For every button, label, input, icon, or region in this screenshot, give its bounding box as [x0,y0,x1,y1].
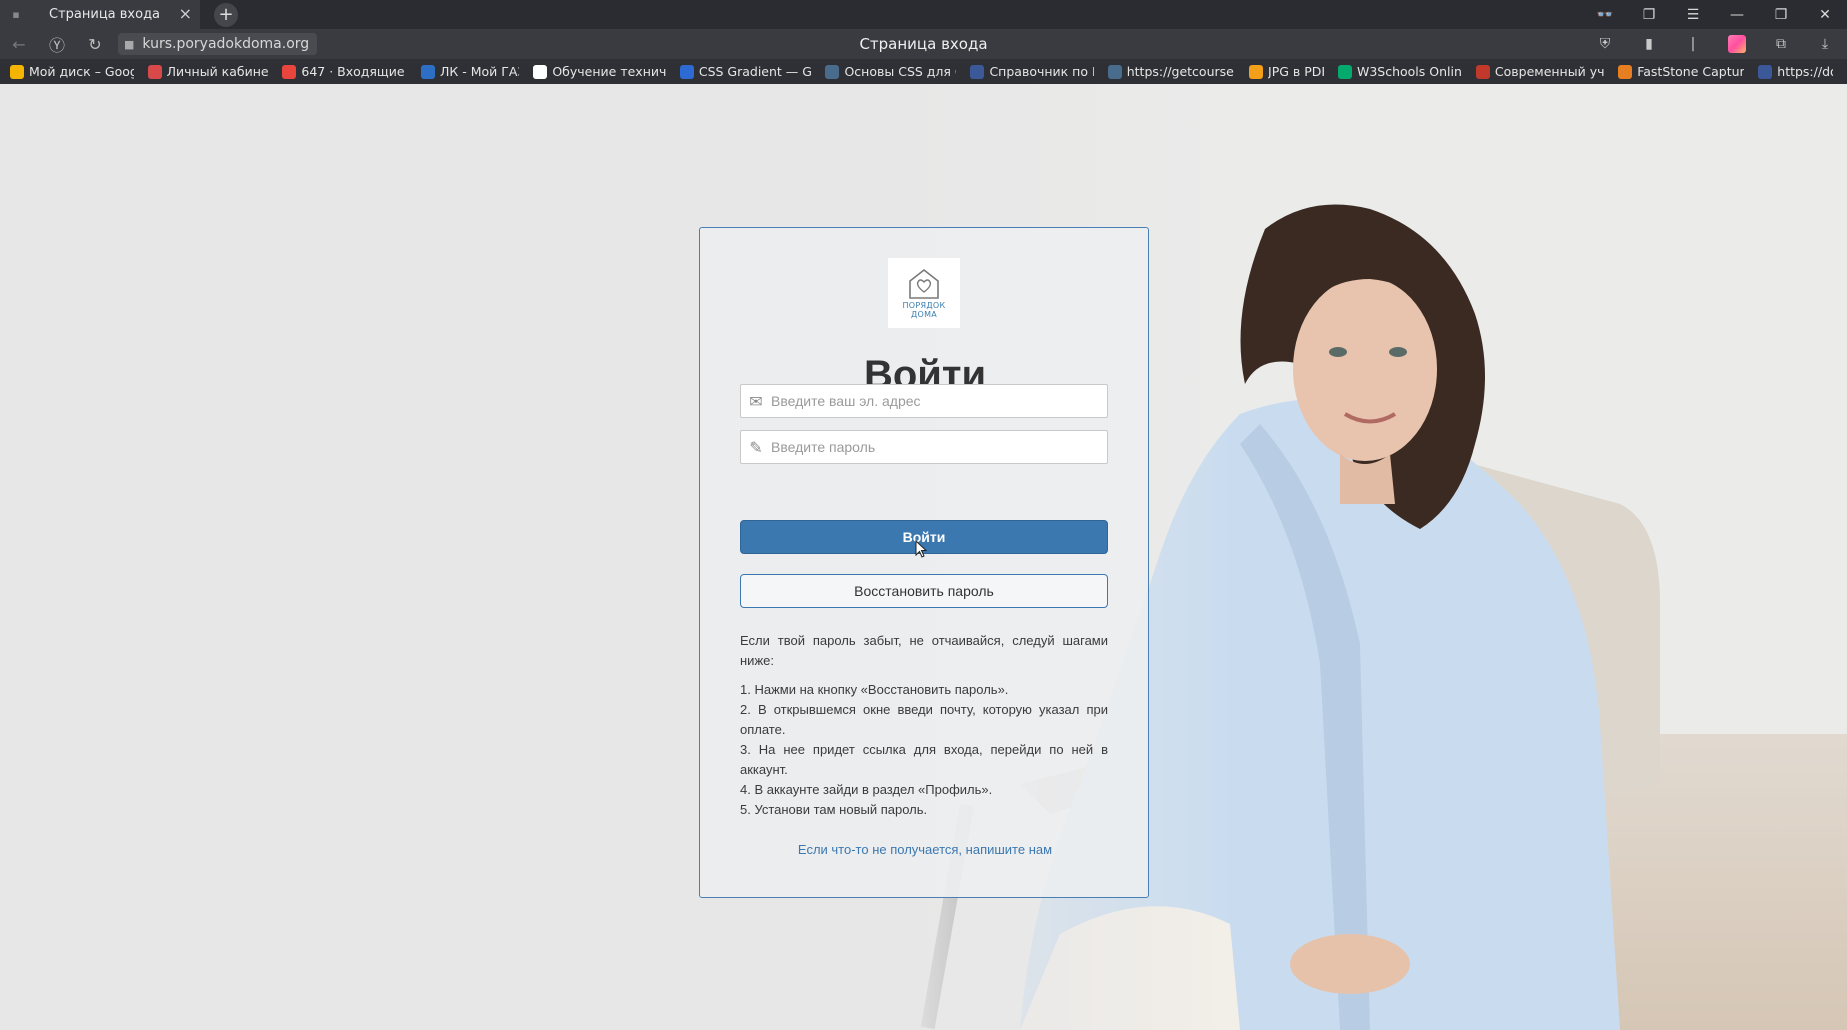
bookmark-label: Справочник по H [989,64,1094,79]
extension-icon[interactable] [1715,35,1759,53]
step-item: 3. На нее придет ссылка для входа, перей… [740,742,1108,777]
email-input[interactable] [771,393,1091,409]
bookmark-favicon-icon [10,64,24,79]
envelope-icon: ✉ [749,391,763,411]
tab-title: Страница входа [49,7,161,22]
bookmark-favicon-icon [1249,64,1264,79]
bookmark-label: W3Schools Online [1356,64,1462,79]
bookmark-favicon-icon [1107,64,1122,79]
bookmark-item[interactable]: Мой диск – Googl [10,64,134,79]
bookmark-item[interactable]: https://getcourse.r [1107,64,1236,79]
bookmark-label: Современный уче [1494,64,1605,79]
minimize-icon[interactable]: — [1715,7,1759,23]
lock-icon: ■ [124,37,135,51]
logo-text-1: ПОРЯДОК [902,301,946,310]
password-input[interactable] [771,439,1091,455]
bookmark-favicon-icon [679,64,694,79]
url-field[interactable]: ■ kurs.poryadokdoma.org [118,33,318,55]
hamburger-icon[interactable]: ☰ [1671,7,1715,23]
bookmark-item[interactable]: JPG в PDF [1249,64,1324,79]
page-content: ПОРЯДОК ДОМА Войти ✉ ✎ Войти Восстановит… [0,84,1847,1030]
page-icon: ▪ [12,8,20,21]
tab-active[interactable]: ▪ Страница входа × [0,0,200,29]
address-bar: ← Ⓨ ↻ ■ kurs.poryadokdoma.org Страница в… [0,29,1847,59]
edit-icon: ✎ [749,437,763,457]
bookmark-item[interactable]: Обучение техниче [533,64,666,79]
restore-icon[interactable]: ❐ [1759,7,1803,23]
steps-list: 1. Нажми на кнопку «Восстановить пароль»… [740,680,1108,820]
step-item: 1. Нажми на кнопку «Восстановить пароль»… [740,682,1009,697]
bookmark-label: CSS Gradient — Ge [698,64,812,79]
contact-link[interactable]: Если что-то не получается, напишите нам [700,842,1150,857]
step-item: 2. В открывшемся окне введи почту, котор… [740,702,1108,737]
bookmark-label: Личный кабинет [166,64,269,79]
bookmark-favicon-icon [533,64,548,79]
bookmark-favicon-icon [1475,64,1490,79]
bookmark-favicon-icon [970,64,985,79]
tab-close-icon[interactable]: × [179,5,192,23]
email-field[interactable]: ✉ [740,384,1108,418]
bookmark-favicon-icon [282,64,297,79]
logo: ПОРЯДОК ДОМА [888,258,960,328]
bookmark-label: Основы CSS для G [844,64,957,79]
bookmark-favicon-icon [1337,64,1352,79]
protect-icon[interactable]: ⛨ [1583,36,1627,52]
bookmark-item[interactable]: W3Schools Online [1337,64,1462,79]
bookmark-label: https://getcourse.r [1126,64,1236,79]
separator: | [1690,36,1696,52]
bookmark-icon[interactable]: ▮ [1627,36,1671,52]
bookmark-label: JPG в PDF [1268,64,1324,79]
url-text: kurs.poryadokdoma.org [142,36,310,52]
bookmark-label: Обучение техниче [552,64,666,79]
bookmark-item[interactable]: CSS Gradient — Ge [679,64,812,79]
bookmark-label: 647 · Входящие – [301,64,407,79]
bookmark-favicon-icon [1618,64,1633,79]
tab-bar: ▪ Страница входа × + 👓 ❐ ☰ — ❐ ✕ [0,0,1847,29]
bookmark-label: FastStone Capture [1637,64,1745,79]
step-item: 4. В аккаунте зайди в раздел «Профиль». [740,782,993,797]
bookmark-item[interactable]: FastStone Capture [1618,64,1744,79]
download-icon[interactable]: ⤓ [1803,36,1847,52]
bookmark-item[interactable]: Справочник по H [970,64,1094,79]
password-field[interactable]: ✎ [740,430,1108,464]
restore-password-button[interactable]: Восстановить пароль [740,574,1108,608]
bookmark-favicon-icon [421,64,435,79]
mouse-cursor-icon [915,540,927,558]
bookmark-item[interactable]: Основы CSS для G [825,64,956,79]
bookmark-favicon-icon [825,64,840,79]
login-card: ПОРЯДОК ДОМА Войти ✉ ✎ Войти Восстановит… [699,227,1149,898]
logo-text-2: ДОМА [910,310,938,319]
glasses-icon[interactable]: 👓 [1583,7,1627,23]
bookmark-favicon-icon [1758,64,1773,79]
bookmark-label: ЛК - Мой ГАЗ [440,64,520,79]
close-window-icon[interactable]: ✕ [1803,7,1847,23]
bookmark-label: Мой диск – Googl [29,64,134,79]
help-intro: Если твой пароль забыт, не отчаивайся, с… [740,633,1108,668]
bookmark-item[interactable]: ЛК - Мой ГАЗ [421,64,519,79]
bookmark-item[interactable]: Личный кабинет [147,64,269,79]
house-heart-icon [909,268,939,299]
reload-icon[interactable]: ↻ [76,29,114,59]
bookmark-item[interactable]: 647 · Входящие – [282,64,407,79]
bookmarks-bar: Мой диск – Googl Личный кабинет 647 · Вход… [0,59,1847,84]
screenshot-icon[interactable]: ⧉ [1759,36,1803,52]
yandex-icon[interactable]: Ⓨ [38,29,76,59]
bookmark-favicon-icon [147,64,162,79]
bookmark-item[interactable]: Современный уче [1475,64,1605,79]
bookmark-item[interactable]: https://do [1758,64,1833,79]
back-arrow-icon[interactable]: ← [0,29,38,59]
new-tab-plus-icon[interactable]: + [214,2,238,27]
collections-icon[interactable]: ❐ [1627,7,1671,23]
step-item: 5. Установи там новый пароль. [740,802,928,817]
bookmark-label: https://do [1777,64,1834,79]
